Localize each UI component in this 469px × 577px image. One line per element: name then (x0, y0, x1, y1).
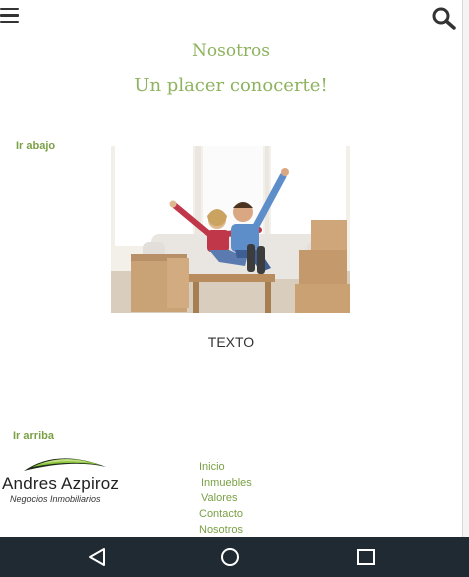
footer-link-inicio[interactable]: Inicio (199, 461, 225, 473)
logo-tagline: Negocios Inmobiliarios (10, 494, 101, 504)
logo-name: Andres Azpiroz (2, 474, 120, 493)
back-triangle-icon[interactable] (85, 546, 109, 568)
hamburger-menu-icon[interactable] (0, 8, 19, 24)
scroll-up-link[interactable]: Ir arriba (13, 430, 54, 442)
page-subtitle: Un placer conocerte! (134, 75, 328, 96)
home-circle-icon[interactable] (218, 546, 242, 568)
android-navigation-bar (0, 537, 469, 577)
footer-link-inmuebles[interactable]: Inmuebles (201, 477, 252, 489)
webview-screen: Nosotros Un placer conocerte! Ir abajo T… (0, 0, 463, 537)
recents-square-icon[interactable] (354, 546, 378, 568)
footer-link-valores[interactable]: Valores (201, 492, 237, 504)
scrollbar-gutter (463, 0, 469, 537)
logo-hill-icon (24, 458, 106, 471)
page-title: Nosotros (192, 41, 270, 61)
footer-link-nosotros[interactable]: Nosotros (199, 524, 243, 536)
scroll-down-link[interactable]: Ir abajo (16, 140, 55, 152)
company-logo[interactable]: Andres Azpiroz Negocios Inmobiliarios (2, 452, 132, 510)
footer-link-contacto[interactable]: Contacto (199, 508, 243, 520)
search-icon[interactable] (431, 6, 457, 30)
body-text: TEXTO (207, 334, 255, 350)
about-photo (111, 146, 350, 313)
